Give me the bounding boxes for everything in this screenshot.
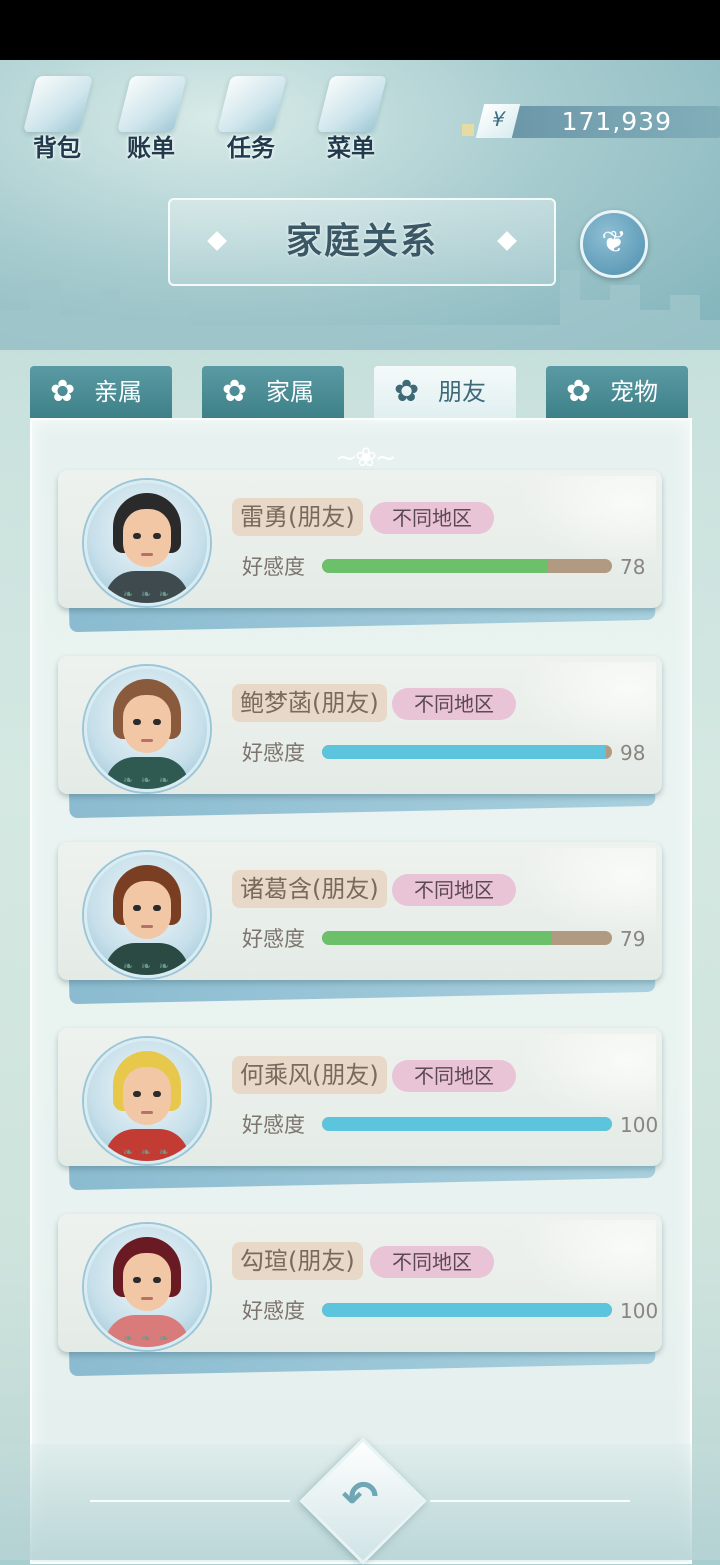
currency-display: ¥ 171,939 xyxy=(462,104,720,140)
task-button[interactable]: 任务 xyxy=(210,72,292,162)
bag-label: 背包 xyxy=(33,134,81,162)
affinity-value: 79 xyxy=(620,927,646,951)
region-badge: 不同地区 xyxy=(370,502,494,534)
affinity-value: 78 xyxy=(620,555,646,579)
affinity-label: 好感度 xyxy=(242,1299,305,1323)
tab-label: 朋友 xyxy=(438,378,486,406)
leaf-wreath-icon: ❧ ❧ ❧ xyxy=(123,773,171,787)
affinity-bar xyxy=(322,1117,612,1131)
family-tree-icon: ❦ xyxy=(601,225,627,260)
affinity-bar xyxy=(322,931,612,945)
page-title-box: 家庭关系 xyxy=(168,198,556,286)
coin-icon xyxy=(462,124,474,136)
task-icon xyxy=(217,76,287,132)
affinity-value: 98 xyxy=(620,741,646,765)
flower-icon: ✿ xyxy=(394,374,420,409)
friend-card[interactable]: ❧ ❧ ❧ 雷勇(朋友) 不同地区 好感度 78 xyxy=(58,470,664,633)
task-label: 任务 xyxy=(227,134,275,162)
flower-icon: ✿ xyxy=(50,374,76,409)
leaf-wreath-icon: ❧ ❧ ❧ xyxy=(123,1331,171,1345)
affinity-label: 好感度 xyxy=(242,555,305,579)
tab-friends[interactable]: ✿ 朋友 xyxy=(374,366,516,422)
bill-button[interactable]: 账单 xyxy=(110,72,192,162)
leaf-wreath-icon: ❧ ❧ ❧ xyxy=(123,959,171,973)
avatar[interactable]: ❧ ❧ ❧ xyxy=(84,852,210,978)
tab-family[interactable]: ✿ 家属 xyxy=(202,366,344,418)
menu-button[interactable]: 菜单 xyxy=(310,72,392,162)
flower-icon: ✿ xyxy=(222,374,248,409)
region-badge: 不同地区 xyxy=(392,1060,516,1092)
family-tree-button[interactable]: ❦ xyxy=(580,210,648,278)
bag-icon xyxy=(23,76,93,132)
tab-pets[interactable]: ✿ 宠物 xyxy=(546,366,688,418)
affinity-label: 好感度 xyxy=(242,1113,305,1137)
bill-icon xyxy=(117,76,187,132)
friend-card[interactable]: ❧ ❧ ❧ 何乘风(朋友) 不同地区 好感度 100 xyxy=(58,1028,664,1191)
affinity-bar xyxy=(322,559,612,573)
affinity-bar xyxy=(322,745,612,759)
back-arrow-icon[interactable]: ↶ xyxy=(318,1456,402,1540)
friend-name: 何乘风(朋友) xyxy=(232,1056,387,1094)
region-badge: 不同地区 xyxy=(392,874,516,906)
affinity-label: 好感度 xyxy=(242,741,305,765)
menu-label: 菜单 xyxy=(327,134,375,162)
friend-name: 勾瑄(朋友) xyxy=(232,1242,363,1280)
page-title: 家庭关系 xyxy=(285,221,438,262)
tab-label: 家属 xyxy=(266,378,314,406)
tab-label: 亲属 xyxy=(94,378,142,406)
bag-button[interactable]: 背包 xyxy=(16,72,98,162)
avatar[interactable]: ❧ ❧ ❧ xyxy=(84,1038,210,1164)
bill-label: 账单 xyxy=(127,134,175,162)
friend-name: 雷勇(朋友) xyxy=(232,498,363,536)
affinity-label: 好感度 xyxy=(242,927,305,951)
divider xyxy=(90,1500,290,1502)
flower-icon: ✿ xyxy=(566,374,592,409)
region-badge: 不同地区 xyxy=(392,688,516,720)
avatar[interactable]: ❧ ❧ ❧ xyxy=(84,666,210,792)
currency-amount: 171,939 xyxy=(561,107,672,136)
region-badge: 不同地区 xyxy=(370,1246,494,1278)
affinity-bar xyxy=(322,1303,612,1317)
leaf-wreath-icon: ❧ ❧ ❧ xyxy=(123,1145,171,1159)
status-bar xyxy=(0,0,720,60)
tab-label: 宠物 xyxy=(610,378,658,406)
friend-card[interactable]: ❧ ❧ ❧ 鲍梦菡(朋友) 不同地区 好感度 98 xyxy=(58,656,664,819)
friend-card[interactable]: ❧ ❧ ❧ 勾瑄(朋友) 不同地区 好感度 100 xyxy=(58,1214,664,1377)
avatar[interactable]: ❧ ❧ ❧ xyxy=(84,1224,210,1350)
tab-relatives[interactable]: ✿ 亲属 xyxy=(30,366,172,418)
leaf-wreath-icon: ❧ ❧ ❧ xyxy=(123,587,171,601)
divider xyxy=(430,1500,630,1502)
menu-icon xyxy=(317,76,387,132)
avatar[interactable]: ❧ ❧ ❧ xyxy=(84,480,210,606)
affinity-value: 100 xyxy=(620,1113,659,1137)
friend-name: 鲍梦菡(朋友) xyxy=(232,684,387,722)
friend-card[interactable]: ❧ ❧ ❧ 诸葛含(朋友) 不同地区 好感度 79 xyxy=(58,842,664,1005)
friend-name: 诸葛含(朋友) xyxy=(232,870,387,908)
affinity-value: 100 xyxy=(620,1299,659,1323)
